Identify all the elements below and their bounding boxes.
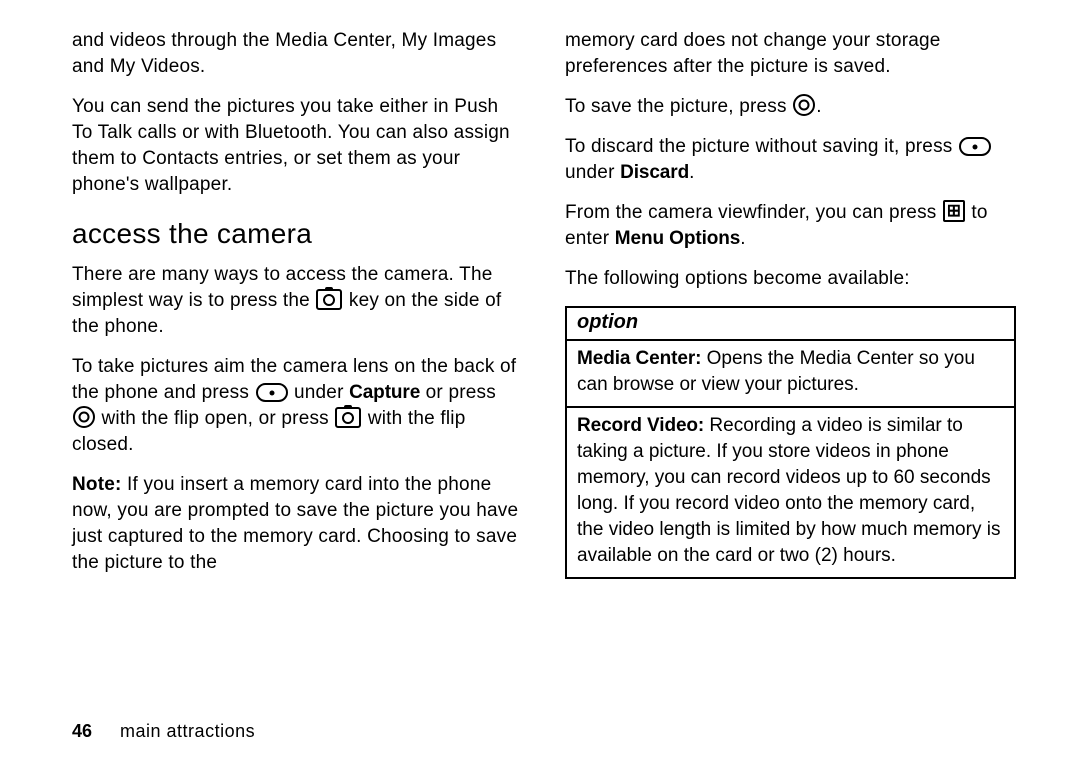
body-text: You can send the pictures you take eithe… [72,94,523,198]
softkey-icon [256,383,288,402]
note-label: Note: [72,474,122,495]
nav-key-icon [73,406,95,428]
body-text: The following options become available: [565,266,1016,292]
page-footer: 46 main attractions [72,721,255,742]
two-column-layout: and videos through the Media Center, My … [72,28,1016,676]
section-name: main attractions [120,721,255,741]
body-text: There are many ways to access the camera… [72,262,523,340]
text-fragment: under [289,382,350,403]
text-fragment: From the camera viewfinder, you can pres… [565,202,942,223]
body-text: To save the picture, press . [565,94,1016,120]
option-name: Media Center: [577,348,701,369]
body-text: To take pictures aim the camera lens on … [72,354,523,458]
softkey-icon [959,137,991,156]
text-fragment: under [565,162,620,183]
table-header: option [566,307,1015,340]
table-row: Media Center: Opens the Media Center so … [566,340,1015,407]
text-fragment: . [740,228,745,249]
nav-key-icon [793,94,815,116]
ui-label: Discard [620,162,689,183]
section-heading: access the camera [72,218,523,250]
option-description: Recording a video is similar to taking a… [577,415,1000,566]
text-fragment: To save the picture, press [565,96,792,117]
left-column: and videos through the Media Center, My … [72,28,523,676]
body-text: and videos through the Media Center, My … [72,28,523,80]
body-text: To discard the picture without saving it… [565,134,1016,186]
document-page: and videos through the Media Center, My … [0,0,1080,766]
page-number: 46 [72,721,92,741]
text-fragment: If you insert a memory card into the pho… [72,474,518,573]
text-fragment: . [689,162,694,183]
ui-label: Capture [349,382,420,403]
camera-key-icon [335,407,361,428]
table-row: Record Video: Recording a video is simil… [566,407,1015,578]
text-fragment: To discard the picture without saving it… [565,136,958,157]
right-column: memory card does not change your storage… [565,28,1016,676]
text-fragment: . [816,96,821,117]
ui-label: Menu Options [615,228,740,249]
option-name: Record Video: [577,415,704,436]
body-text: memory card does not change your storage… [565,28,1016,80]
text-fragment: or press [420,382,496,403]
options-table: option Media Center: Opens the Media Cen… [565,306,1016,579]
camera-key-icon [316,289,342,310]
note-text: Note: If you insert a memory card into t… [72,472,523,576]
body-text: From the camera viewfinder, you can pres… [565,200,1016,252]
text-fragment: with the flip open, or press [96,408,334,429]
menu-key-icon [943,200,965,222]
